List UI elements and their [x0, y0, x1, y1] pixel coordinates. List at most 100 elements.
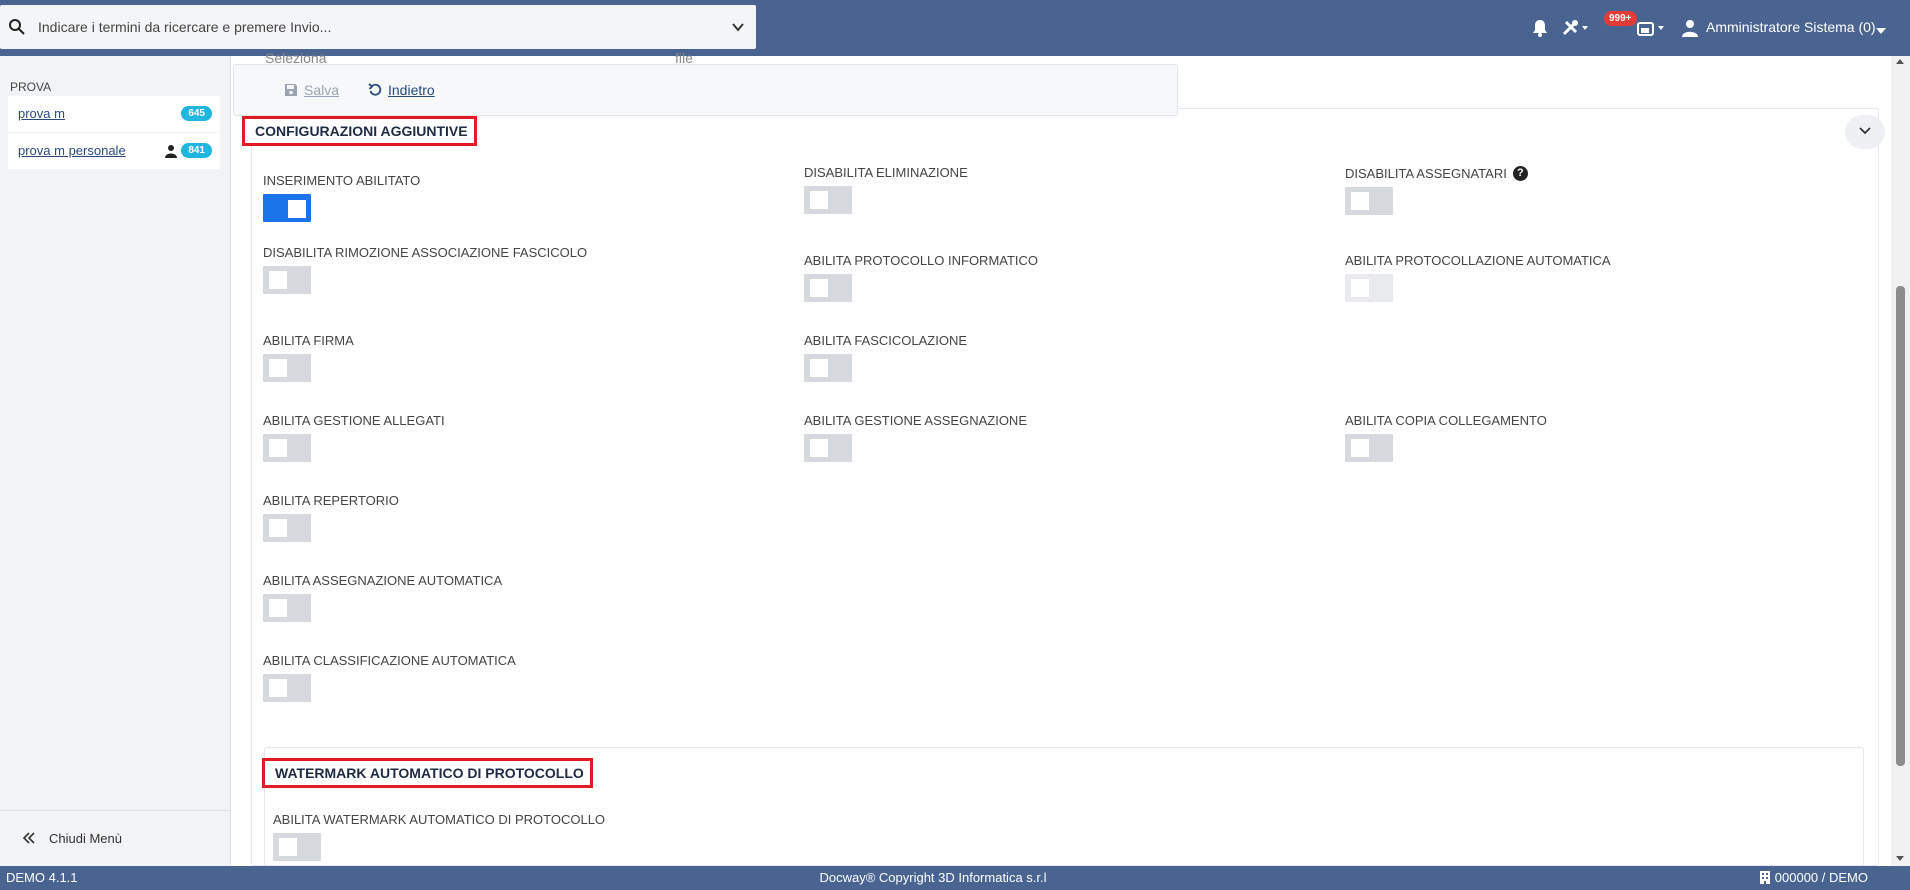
toggle-knob — [269, 679, 287, 697]
toggle-disabilita-eliminazione[interactable] — [804, 186, 852, 214]
user-menu[interactable]: Amministratore Sistema (0) — [1706, 19, 1876, 35]
toggle-knob — [810, 439, 828, 457]
toggle-abilita-repertorio[interactable] — [263, 514, 311, 542]
building-icon — [1759, 871, 1770, 884]
field-label: INSERIMENTO ABILITATO — [263, 173, 421, 188]
toggle-knob — [269, 519, 287, 537]
toggle-abilita-watermark[interactable] — [273, 833, 321, 861]
caret-down-icon[interactable] — [1876, 20, 1886, 42]
sidebar-item-label[interactable]: prova m personale — [18, 143, 126, 158]
chevron-down-icon — [1859, 127, 1871, 135]
close-menu-label: Chiudi Menù — [49, 831, 122, 846]
field-label-row: DISABILITA ASSEGNATARI? — [1345, 166, 1528, 181]
save-button[interactable]: Salva — [284, 82, 339, 98]
toggle-abilita-fascicolazione[interactable] — [804, 354, 852, 382]
search-icon[interactable] — [8, 18, 26, 36]
field-label: ABILITA CLASSIFICAZIONE AUTOMATICA — [263, 653, 516, 668]
status-bar: DEMO 4.1.1 Docway® Copyright 3D Informat… — [0, 866, 1910, 890]
field-abilita-copia-collegamento: ABILITA COPIA COLLEGAMENTO — [1345, 413, 1547, 462]
field-label: DISABILITA ASSEGNATARI — [1345, 166, 1507, 181]
bell-icon[interactable] — [1532, 17, 1548, 39]
vertical-scrollbar[interactable] — [1891, 56, 1910, 866]
field-abilita-watermark: ABILITA WATERMARK AUTOMATICO DI PROTOCOL… — [273, 812, 605, 861]
field-label: ABILITA PROTOCOLLAZIONE AUTOMATICA — [1345, 253, 1611, 268]
toggle-abilita-protocollo-informatico[interactable] — [804, 274, 852, 302]
section-title-configurazioni: CONFIGURAZIONI AGGIUNTIVE — [242, 116, 477, 146]
toggle-knob — [269, 599, 287, 617]
field-label: ABILITA ASSEGNAZIONE AUTOMATICA — [263, 573, 503, 588]
field-disabilita-assegnatari: DISABILITA ASSEGNATARI? — [1345, 166, 1528, 215]
collapse-button[interactable] — [1845, 115, 1885, 149]
count-badge: 645 — [181, 106, 212, 121]
field-abilita-assegnazione-automatica: ABILITA ASSEGNAZIONE AUTOMATICA — [263, 573, 502, 622]
sidebar-section-title: PROVA — [10, 80, 52, 94]
toggle-disabilita-assegnatari[interactable] — [1345, 187, 1393, 215]
field-abilita-classificazione-automatica: ABILITA CLASSIFICAZIONE AUTOMATICA — [263, 653, 516, 702]
count-badge: 841 — [181, 143, 212, 158]
field-abilita-gestione-assegnazione: ABILITA GESTIONE ASSEGNAZIONE — [804, 413, 1027, 462]
undo-icon — [368, 83, 382, 96]
toggle-inserimento-abilitato[interactable] — [263, 194, 311, 222]
global-search — [0, 5, 756, 49]
config-card: CONFIGURAZIONI AGGIUNTIVE INSERIMENTO AB… — [242, 108, 1885, 877]
field-disabilita-rimozione: DISABILITA RIMOZIONE ASSOCIAZIONE FASCIC… — [263, 245, 587, 294]
top-bar: 999+ Amministratore Sistema (0) — [0, 0, 1910, 56]
close-menu-button[interactable]: Chiudi Menù — [0, 810, 230, 866]
person-icon — [165, 145, 177, 158]
toggle-abilita-firma[interactable] — [263, 354, 311, 382]
toggle-abilita-gestione-assegnazione[interactable] — [804, 434, 852, 462]
office-indicator: 000000 / DEMO — [1759, 870, 1868, 885]
field-abilita-firma: ABILITA FIRMA — [263, 333, 354, 382]
toggle-knob — [810, 279, 828, 297]
toggle-disabilita-rimozione[interactable] — [263, 266, 311, 294]
toggle-knob — [810, 359, 828, 377]
save-icon — [285, 84, 297, 96]
toggle-knob — [288, 200, 306, 218]
scroll-up-arrow[interactable] — [1896, 59, 1904, 64]
back-button[interactable]: Indietro — [368, 82, 435, 98]
section-title-watermark: WATERMARK AUTOMATICO DI PROTOCOLLO — [262, 758, 593, 788]
toggle-abilita-classificazione-automatica[interactable] — [263, 674, 311, 702]
field-label: ABILITA COPIA COLLEGAMENTO — [1345, 413, 1547, 428]
field-label: ABILITA WATERMARK AUTOMATICO DI PROTOCOL… — [273, 812, 606, 827]
field-label: DISABILITA RIMOZIONE ASSOCIAZIONE FASCIC… — [263, 245, 588, 260]
sidebar-item-label[interactable]: prova m — [18, 106, 65, 121]
field-disabilita-eliminazione: DISABILITA ELIMINAZIONE — [804, 165, 968, 214]
sidebar: PROVA prova m 645 prova m personale 841 … — [0, 56, 231, 866]
field-abilita-protocollo-informatico: ABILITA PROTOCOLLO INFORMATICO — [804, 253, 1038, 302]
toggle-knob — [810, 191, 828, 209]
tools-icon[interactable] — [1562, 17, 1590, 39]
toggle-abilita-gestione-allegati[interactable] — [263, 434, 311, 462]
sidebar-item-prova-m-personale[interactable]: prova m personale 841 — [8, 133, 220, 169]
sidebar-item-prova-m[interactable]: prova m 645 — [8, 96, 220, 132]
main-content: Seleziona file CONFIGURAZIONI AGGIUNTIVE… — [231, 50, 1891, 877]
field-label: ABILITA FASCICOLAZIONE — [804, 333, 968, 348]
chevron-down-icon[interactable] — [730, 19, 746, 35]
notification-badge: 999+ — [1604, 11, 1637, 26]
toggle-knob — [1351, 192, 1369, 210]
search-input[interactable] — [38, 15, 718, 39]
help-icon[interactable]: ? — [1512, 166, 1528, 181]
field-label: DISABILITA ELIMINAZIONE — [804, 165, 968, 180]
field-abilita-repertorio: ABILITA REPERTORIO — [263, 493, 399, 542]
back-label: Indietro — [388, 82, 435, 98]
toggle-abilita-copia-collegamento[interactable] — [1345, 434, 1393, 462]
scroll-down-arrow[interactable] — [1896, 856, 1904, 861]
field-abilita-fascicolazione: ABILITA FASCICOLAZIONE — [804, 333, 967, 382]
toggle-knob — [279, 838, 297, 856]
save-label: Salva — [304, 82, 340, 98]
field-label: ABILITA REPERTORIO — [263, 493, 399, 508]
toggle-knob — [1351, 439, 1369, 457]
user-icon[interactable] — [1682, 17, 1698, 39]
field-label: ABILITA GESTIONE ALLEGATI — [263, 413, 445, 428]
switch-office-icon[interactable] — [1637, 17, 1667, 39]
scroll-thumb[interactable] — [1896, 286, 1905, 766]
watermark-card: WATERMARK AUTOMATICO DI PROTOCOLLO ABILI… — [262, 747, 1864, 877]
field-inserimento-abilitato: INSERIMENTO ABILITATO — [263, 173, 420, 222]
field-label: ABILITA PROTOCOLLO INFORMATICO — [804, 253, 1039, 268]
double-chevron-left-icon — [22, 832, 35, 844]
office-label: 000000 / DEMO — [1774, 870, 1868, 885]
toggle-abilita-assegnazione-automatica[interactable] — [263, 594, 311, 622]
toggle-knob — [269, 439, 287, 457]
field-label: ABILITA FIRMA — [263, 333, 354, 348]
